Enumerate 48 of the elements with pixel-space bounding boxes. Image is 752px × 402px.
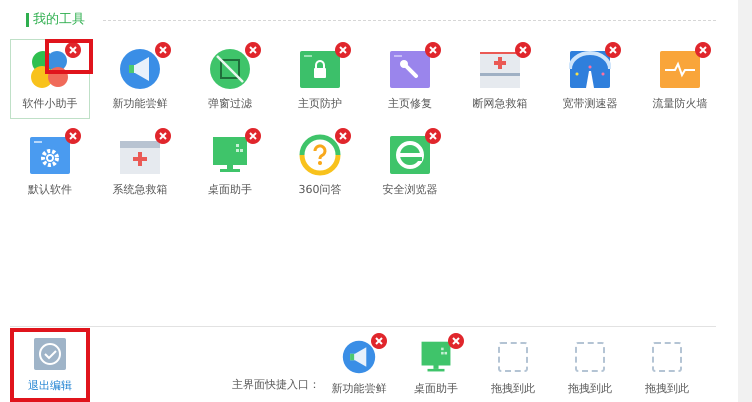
remove-icon[interactable] [448,333,464,349]
tool-item[interactable]: 360问答 [280,125,360,205]
tool-item[interactable]: 流量防火墙 [640,39,720,119]
first-aid-kit-icon [479,49,521,89]
remove-icon[interactable] [245,128,261,144]
remove-icon[interactable] [335,42,351,58]
remove-icon[interactable] [155,42,171,58]
megaphone-icon [341,340,377,374]
tool-item[interactable]: 安全浏览器 [370,125,450,205]
petals-icon [29,48,71,90]
exit-edit-button[interactable]: 退出编辑 [10,328,90,402]
remove-icon[interactable] [425,42,441,58]
question-ring-icon [299,134,341,176]
gear-window-icon [29,135,71,175]
shortcut-item[interactable]: 拖拽到此 [557,331,623,402]
tool-item[interactable]: 软件小助手 [10,39,90,119]
remove-icon[interactable] [65,128,81,144]
tool-item[interactable]: 系统急救箱 [100,125,180,205]
remove-icon[interactable] [155,128,171,144]
remove-icon[interactable] [515,42,531,58]
megaphone-icon [119,48,161,90]
speedometer-icon [569,49,611,89]
lock-window-icon [299,49,341,89]
browser-icon [389,135,431,175]
quick-entry-label: 主界面快捷入口： [232,377,320,392]
remove-icon[interactable] [65,42,81,58]
wrench-window-icon [389,49,431,89]
remove-icon[interactable] [371,333,387,349]
heartbeat-box-icon [659,49,701,89]
shortcut-item[interactable]: 新功能尝鲜 [326,331,392,402]
remove-icon[interactable] [605,42,621,58]
tool-item[interactable]: 桌面助手 [190,125,270,205]
blocked-window-icon [209,48,251,90]
tool-item[interactable]: 默认软件 [10,125,90,205]
remove-icon[interactable] [335,128,351,144]
shortcut-item[interactable]: 拖拽到此 [480,331,546,402]
shortcut-item[interactable]: 桌面助手 [403,331,469,402]
tool-item[interactable]: 断网急救箱 [460,39,540,119]
remove-icon[interactable] [245,42,261,58]
tool-item[interactable]: 主页防护 [280,39,360,119]
tool-item[interactable]: 新功能尝鲜 [100,39,180,119]
shortcut-item[interactable]: 拖拽到此 [634,331,700,402]
remove-icon[interactable] [425,128,441,144]
tool-item[interactable]: 弹窗过滤 [190,39,270,119]
section-title: 我的工具 [26,13,85,27]
remove-icon[interactable] [695,42,711,58]
tool-item[interactable]: 宽带测速器 [550,39,630,119]
tool-item[interactable]: 主页修复 [370,39,450,119]
